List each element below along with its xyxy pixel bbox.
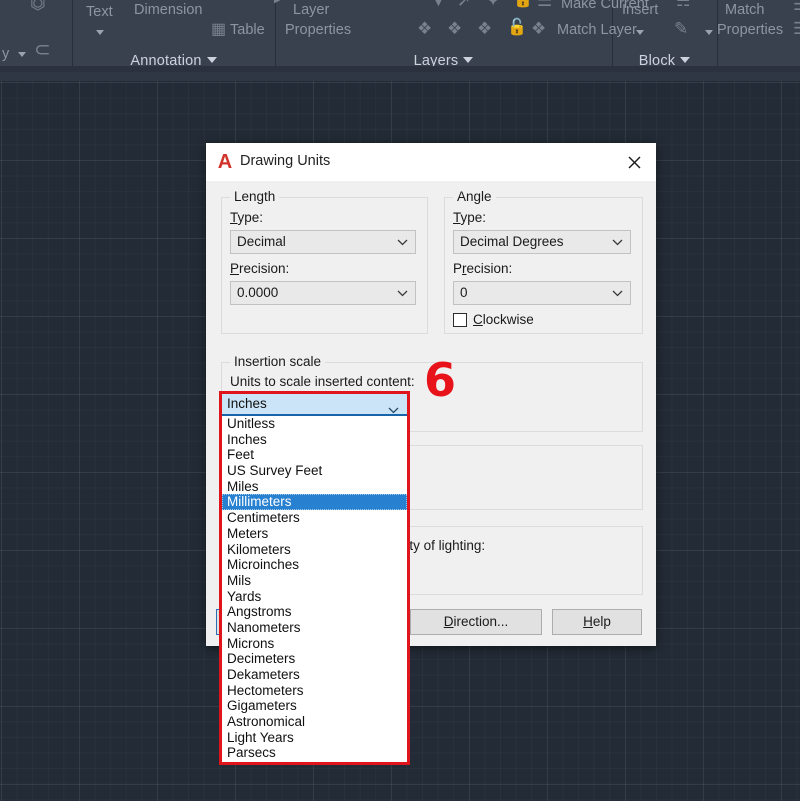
angle-precision-label: Precision:: [453, 261, 512, 276]
layer-label[interactable]: Layer: [293, 2, 329, 18]
ribbon-toolbar: y ⊂ ⏣ Text Dimension ▶ ▦ Table Annotatio…: [0, 0, 800, 72]
create-block-icon[interactable]: ☵: [676, 0, 690, 10]
length-group-label: Length: [230, 189, 279, 204]
ribbon-panel-block: Insert ☵ ✎ Block: [612, 0, 718, 72]
dropdown-item[interactable]: Microns: [222, 636, 407, 652]
length-type-value: Decimal: [237, 234, 286, 249]
length-type-label: Type:: [230, 210, 263, 225]
dropdown-item[interactable]: Yards: [222, 589, 407, 605]
layer-delete-icon[interactable]: ❖: [531, 20, 546, 37]
ribbon-panel-partial-left: y ⊂ ⏣: [0, 0, 73, 72]
dropdown-item[interactable]: Inches: [222, 432, 407, 448]
text-tool-label[interactable]: Text: [86, 4, 113, 20]
length-type-combobox[interactable]: Decimal: [230, 230, 416, 254]
help-button[interactable]: Help: [552, 609, 642, 635]
layer-freeze-icon[interactable]: ▼: [430, 0, 447, 9]
autocad-logo-icon: A: [215, 152, 235, 172]
edit-block-icon[interactable]: ✎: [674, 20, 688, 37]
properties-list-icon[interactable]: ☰: [793, 0, 800, 13]
insert-label[interactable]: Insert: [622, 2, 658, 18]
dropdown-item[interactable]: Dekameters: [222, 667, 407, 683]
layer-isolate-icon[interactable]: ➚: [457, 0, 471, 9]
layer-on-icon[interactable]: ❖: [447, 20, 462, 37]
chevron-down-icon[interactable]: [207, 57, 217, 63]
chevron-down-icon[interactable]: [397, 239, 407, 245]
dropdown-item[interactable]: Microinches: [222, 557, 407, 573]
chevron-down-icon[interactable]: [18, 52, 26, 57]
chevron-down-icon[interactable]: [397, 290, 407, 296]
chevron-down-icon[interactable]: [612, 239, 622, 245]
angle-type-combobox[interactable]: Decimal Degrees: [453, 230, 631, 254]
dropdown-item[interactable]: Parsecs: [222, 745, 407, 761]
angle-groupbox: Angle Type: Decimal Degrees Precision: 0…: [444, 197, 643, 334]
dropdown-item[interactable]: Millimeters: [222, 494, 407, 510]
insertion-scale-group-label: Insertion scale: [230, 354, 325, 369]
dialog-title: Drawing Units: [240, 153, 330, 169]
insertion-units-value: Inches: [227, 396, 267, 411]
angle-type-label: Type:: [453, 210, 486, 225]
length-precision-combobox[interactable]: 0.0000: [230, 281, 416, 305]
close-icon[interactable]: [612, 143, 656, 181]
layer-unlock-icon[interactable]: 🔓: [507, 20, 527, 36]
dropdown-item[interactable]: US Survey Feet: [222, 463, 407, 479]
dropdown-item[interactable]: Kilometers: [222, 542, 407, 558]
angle-group-label: Angle: [453, 189, 496, 204]
chevron-down-icon[interactable]: [612, 290, 622, 296]
layer-thaw-icon[interactable]: ❖: [477, 20, 492, 37]
chevron-down-icon[interactable]: [705, 30, 713, 35]
angle-precision-value: 0: [460, 285, 468, 300]
dropdown-item[interactable]: Meters: [222, 526, 407, 542]
ribbon-panel-properties-partial: Match Properties ☰ ☰ P: [717, 0, 800, 72]
partial-left-label: y: [2, 46, 9, 62]
clockwise-checkbox[interactable]: [453, 313, 467, 327]
dropdown-item[interactable]: Mils: [222, 573, 407, 589]
dimension-tool-label[interactable]: Dimension: [134, 2, 203, 18]
length-precision-label: Precision:: [230, 261, 289, 276]
dropdown-item[interactable]: Angstroms: [222, 604, 407, 620]
table-icon[interactable]: ▦: [211, 22, 226, 38]
dropdown-item[interactable]: Gigameters: [222, 698, 407, 714]
dropdown-item[interactable]: Miles: [222, 479, 407, 495]
dropdown-item[interactable]: Astronomical: [222, 714, 407, 730]
layer-off-icon[interactable]: ❖: [417, 20, 432, 37]
dropdown-item[interactable]: Hectometers: [222, 683, 407, 699]
insertion-units-combobox[interactable]: Inches: [222, 394, 407, 416]
chevron-down-icon[interactable]: [96, 30, 104, 35]
dropdown-item[interactable]: Nanometers: [222, 620, 407, 636]
layer-properties-label[interactable]: Properties: [285, 22, 351, 38]
dropdown-item[interactable]: Feet: [222, 447, 407, 463]
ribbon-panel-annotation: Text Dimension ▶ ▦ Table Annotation: [72, 0, 276, 72]
length-groupbox: Length Type: Decimal Precision: 0.0000: [221, 197, 428, 334]
angle-precision-combobox[interactable]: 0: [453, 281, 631, 305]
angle-type-value: Decimal Degrees: [460, 234, 564, 249]
dialog-titlebar[interactable]: A Drawing Units: [206, 143, 656, 181]
ribbon-panel-layers: Layer Properties ▼ ➚ ✦ 🔒 ☰ Make Current …: [275, 0, 613, 72]
dropdown-item[interactable]: Centimeters: [222, 510, 407, 526]
clockwise-label: Clockwise: [473, 312, 534, 327]
table-tool-label[interactable]: Table: [230, 22, 265, 38]
insertion-units-listbox[interactable]: UnitlessInchesFeetUS Survey FeetMilesMil…: [222, 416, 407, 762]
properties-table-icon[interactable]: ☰: [793, 20, 800, 37]
dropdown-item[interactable]: Unitless: [222, 416, 407, 432]
revision-cloud-icon[interactable]: ⊂: [34, 40, 51, 60]
layer-lock-icon[interactable]: 🔒: [513, 0, 533, 8]
length-precision-value: 0.0000: [237, 285, 278, 300]
layer-unisolate-icon[interactable]: ✦: [486, 0, 500, 9]
direction-button[interactable]: Direction...: [410, 609, 542, 635]
match-label[interactable]: Match: [725, 2, 765, 18]
dropdown-item[interactable]: Light Years: [222, 730, 407, 746]
dropdown-item[interactable]: Decimeters: [222, 651, 407, 667]
chevron-down-icon[interactable]: [680, 57, 690, 63]
insertion-units-label: Units to scale inserted content:: [230, 374, 415, 389]
layer-stack-icon[interactable]: ☰: [537, 0, 552, 9]
chevron-down-icon[interactable]: [636, 30, 644, 35]
chevron-down-icon[interactable]: [463, 57, 473, 63]
leader-icon[interactable]: ⏣: [30, 0, 46, 12]
insertion-units-dropdown[interactable]: Inches UnitlessInchesFeetUS Survey FeetM…: [219, 391, 410, 765]
step-number-annotation: 6: [424, 357, 455, 403]
match-properties-label[interactable]: Properties: [717, 22, 783, 38]
